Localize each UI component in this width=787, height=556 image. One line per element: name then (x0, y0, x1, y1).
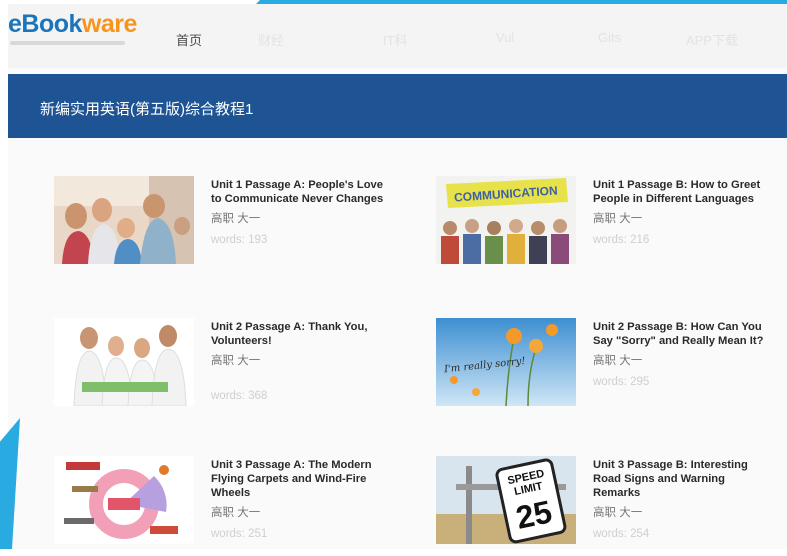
article-card[interactable]: Unit 3 Passage A: The Modern Flying Carp… (54, 456, 394, 556)
article-info: Unit 1 Passage B: How to Greet People in… (593, 178, 773, 246)
article-level: 高职 大一 (593, 507, 643, 519)
article-word-count: words: 254 (593, 528, 650, 540)
top-navigation-bar: eBookware 首页 财经 IT科 Vul Gits APP下载 (8, 4, 787, 68)
nav-finance[interactable]: 财经 (258, 30, 284, 49)
article-title[interactable]: Unit 3 Passage B: Interesting Road Signs… (593, 458, 773, 500)
article-thumbnail[interactable] (54, 456, 194, 544)
article-title[interactable]: Unit 1 Passage A: People's Love to Commu… (211, 178, 391, 206)
logo-ware: ware (81, 10, 137, 38)
article-title[interactable]: Unit 3 Passage A: The Modern Flying Carp… (211, 458, 391, 500)
article-card[interactable]: I'm really sorry! Unit 2 Passage B: How … (436, 318, 776, 418)
article-card[interactable]: Unit 2 Passage A: Thank You, Volunteers!… (54, 318, 394, 418)
ebookware-logo[interactable]: eBookware (8, 10, 137, 39)
article-title[interactable]: Unit 2 Passage B: How Can You Say "Sorry… (593, 320, 773, 348)
article-word-count: words: 193 (211, 234, 268, 246)
course-banner: 新编实用英语(第五版)综合教程1 (8, 74, 787, 138)
article-level: 高职 大一 (593, 213, 643, 225)
article-info: Unit 2 Passage A: Thank You, Volunteers!… (211, 320, 391, 402)
article-thumbnail[interactable] (54, 176, 194, 264)
logo-underline (10, 41, 125, 45)
article-word-count: words: 368 (211, 390, 268, 402)
nav-gits[interactable]: Gits (598, 30, 621, 45)
article-word-count: words: 295 (593, 376, 650, 388)
article-word-count: words: 216 (593, 234, 650, 246)
article-info: Unit 3 Passage B: Interesting Road Signs… (593, 458, 773, 540)
article-title[interactable]: Unit 2 Passage A: Thank You, Volunteers! (211, 320, 391, 348)
article-level: 高职 大一 (211, 355, 261, 367)
article-word-count: words: 251 (211, 528, 268, 540)
article-thumbnail[interactable]: SPEED LIMIT 25 (436, 456, 576, 544)
nav-home[interactable]: 首页 (176, 30, 202, 49)
article-info: Unit 1 Passage A: People's Love to Commu… (211, 178, 391, 246)
nav-app-download[interactable]: APP下载 (686, 30, 738, 49)
article-level: 高职 大一 (593, 355, 643, 367)
article-info: Unit 2 Passage B: How Can You Say "Sorry… (593, 320, 773, 388)
article-level: 高职 大一 (211, 213, 261, 225)
logo-book: Book (21, 10, 82, 38)
nav-vul[interactable]: Vul (496, 30, 514, 45)
article-thumbnail[interactable]: COMMUNICATION (436, 176, 576, 264)
article-info: Unit 3 Passage A: The Modern Flying Carp… (211, 458, 391, 540)
nav-it[interactable]: IT科 (383, 30, 408, 49)
article-card[interactable]: COMMUNICATION Unit 1 Passage B: How to G… (436, 176, 776, 276)
app-window: eBookware 首页 财经 IT科 Vul Gits APP下载 新编实用英… (8, 4, 787, 549)
thumbnail-text: 25 (513, 493, 555, 536)
logo-e: e (8, 10, 22, 38)
article-thumbnail[interactable] (54, 318, 194, 406)
course-title: 新编实用英语(第五版)综合教程1 (40, 101, 254, 118)
article-card[interactable]: Unit 1 Passage A: People's Love to Commu… (54, 176, 394, 276)
article-title[interactable]: Unit 1 Passage B: How to Greet People in… (593, 178, 773, 206)
article-card[interactable]: SPEED LIMIT 25 Unit 3 Passage B: Interes… (436, 456, 776, 556)
article-thumbnail[interactable]: I'm really sorry! (436, 318, 576, 406)
article-level: 高职 大一 (211, 507, 261, 519)
